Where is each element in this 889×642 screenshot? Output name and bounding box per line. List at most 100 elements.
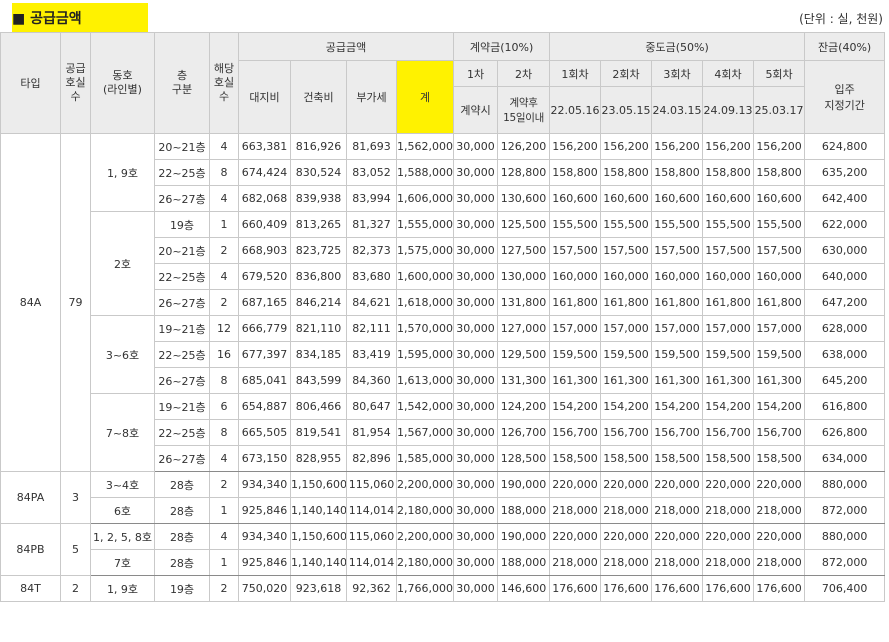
cell-vat: 81,327: [346, 211, 397, 238]
cell-vat: 81,954: [346, 419, 397, 446]
table-row: 7호 28층 1 925,846 1,140,140 114,014 2,180,000 30…: [1, 549, 886, 576]
cell-total: 1,575,000: [395, 237, 455, 264]
cell-building: 839,938: [290, 185, 347, 212]
cell-total: 1,585,000: [395, 445, 455, 472]
cell-vat: 83,994: [346, 185, 397, 212]
cell-land: 673,150: [238, 445, 291, 472]
cell-middle-1: 155,500: [549, 211, 602, 238]
cell-middle-5: 157,000: [753, 315, 806, 342]
table-row: 84PA 3 3~4호 28층 2 934,340 1,150,600 115,060 2,20…: [0, 471, 886, 524]
cell-land: 654,887: [238, 393, 291, 420]
cell-middle-1: 220,000: [549, 523, 602, 550]
cell-middle-5: 154,200: [753, 393, 806, 420]
header-c1-when: 계약시: [453, 86, 499, 134]
table-row: 84PB 5 1, 2, 5, 8호 28층 4 934,340 1,150,600 115,…: [0, 523, 886, 576]
cell-middle-5: 158,500: [753, 445, 806, 472]
cell-floor: 26~27층: [154, 185, 210, 212]
cell-balance: 872,000: [804, 549, 886, 576]
cell-land: 663,381: [238, 133, 291, 160]
cell-building: 816,926: [290, 133, 347, 160]
cell-land: 925,846: [238, 549, 291, 576]
cell-vat: 84,621: [346, 289, 397, 316]
cell-contract-1: 30,000: [453, 445, 499, 472]
cell-balance: 645,200: [804, 367, 886, 394]
cell-middle-4: 161,800: [702, 289, 755, 316]
cell-contract-2: 128,800: [497, 159, 551, 186]
cell-building: 836,800: [290, 263, 347, 290]
cell-contract-1: 30,000: [453, 315, 499, 342]
cell-balance: 706,400: [804, 575, 886, 602]
cell-dong: 1, 9호: [90, 575, 155, 602]
cell-land: 666,779: [238, 315, 291, 342]
cell-middle-5: 158,800: [753, 159, 806, 186]
cell-middle-1: 160,000: [549, 263, 602, 290]
cell-balance: 624,800: [804, 133, 886, 160]
cell-vat: 92,362: [346, 575, 397, 602]
cell-floor: 20~21층: [154, 133, 210, 160]
cell-building: 1,140,140: [290, 497, 347, 524]
cell-units: 1: [209, 549, 239, 576]
cell-contract-2: 131,800: [497, 289, 551, 316]
cell-vat: 83,419: [346, 341, 397, 368]
cell-units: 8: [209, 419, 239, 446]
cell-balance: 626,800: [804, 419, 886, 446]
cell-supply-units: 2: [60, 575, 91, 602]
cell-units: 4: [209, 133, 239, 160]
cell-contract-1: 30,000: [453, 419, 499, 446]
cell-dong: 3~4호: [90, 471, 155, 498]
cell-building: 1,150,600: [290, 523, 347, 550]
table-row: 7~8호 19~21층 6 654,887 806,466 80,647 1,542,000…: [1, 393, 886, 472]
cell-middle-4: 218,000: [702, 549, 755, 576]
header-m2-date: 23.05.15: [600, 86, 653, 134]
cell-middle-3: 220,000: [651, 523, 704, 550]
cell-total: 1,567,000: [395, 419, 455, 446]
cell-contract-2: 127,500: [497, 237, 551, 264]
cell-contract-2: 127,000: [497, 315, 551, 342]
cell-balance: 622,000: [804, 211, 886, 238]
cell-middle-2: 220,000: [600, 523, 653, 550]
cell-land: 665,505: [238, 419, 291, 446]
header-balance-when: 입주 지정기간: [804, 60, 886, 134]
cell-total: 1,600,000: [395, 263, 455, 290]
cell-units: 2: [209, 237, 239, 264]
cell-total: 1,542,000: [395, 393, 455, 420]
cell-vat: 82,111: [346, 315, 397, 342]
cell-middle-4: 156,200: [702, 133, 755, 160]
cell-contract-1: 30,000: [453, 471, 499, 498]
cell-middle-1: 176,600: [549, 575, 602, 602]
cell-land: 660,409: [238, 211, 291, 238]
cell-vat: 83,680: [346, 263, 397, 290]
cell-middle-5: 160,000: [753, 263, 806, 290]
cell-contract-2: 128,500: [497, 445, 551, 472]
cell-units: 1: [209, 211, 239, 238]
cell-units: 16: [209, 341, 239, 368]
header-c2: 2차: [497, 60, 551, 87]
cell-contract-1: 30,000: [453, 289, 499, 316]
cell-vat: 83,052: [346, 159, 397, 186]
header-contract: 계약금(10%): [453, 32, 551, 61]
cell-middle-3: 158,800: [651, 159, 704, 186]
cell-floor: 28층: [154, 497, 210, 524]
cell-land: 934,340: [238, 523, 291, 550]
cell-total: 1,588,000: [395, 159, 455, 186]
cell-balance: 616,800: [804, 393, 886, 420]
cell-floor: 22~25층: [154, 341, 210, 368]
unit-label: (단위 : 실, 천원): [799, 12, 883, 26]
cell-land: 687,165: [238, 289, 291, 316]
cell-middle-4: 155,500: [702, 211, 755, 238]
cell-middle-2: 161,300: [600, 367, 653, 394]
cell-units: 4: [209, 185, 239, 212]
cell-contract-1: 30,000: [453, 523, 499, 550]
header-c1: 1차: [453, 60, 499, 87]
header-balance: 잔금(40%): [804, 32, 886, 61]
cell-middle-4: 156,700: [702, 419, 755, 446]
cell-total: 2,180,000: [395, 497, 455, 524]
cell-middle-4: 158,800: [702, 159, 755, 186]
cell-contract-2: 146,600: [497, 575, 551, 602]
cell-floor: 26~27층: [154, 367, 210, 394]
cell-floor: 28층: [154, 549, 210, 576]
cell-balance: 880,000: [804, 523, 886, 550]
cell-total: 2,200,000: [395, 523, 455, 550]
cell-contract-2: 126,200: [497, 133, 551, 160]
cell-units: 2: [209, 289, 239, 316]
